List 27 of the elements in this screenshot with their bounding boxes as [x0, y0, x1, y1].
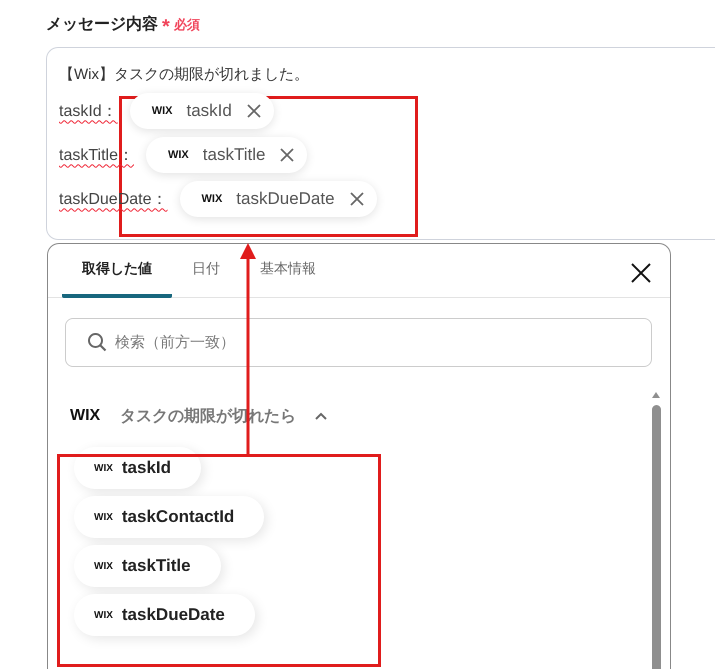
variable-token[interactable]: WIX taskTitle [146, 137, 308, 173]
field-label: メッセージ内容 [46, 14, 158, 35]
search-icon [87, 332, 107, 352]
scrollbar[interactable] [652, 405, 660, 669]
variable-item[interactable]: WIX taskId [74, 447, 202, 489]
variable-item[interactable]: WIX taskTitle [74, 545, 221, 587]
tab[interactable]: 基本情報 [250, 244, 336, 298]
remove-icon[interactable] [246, 103, 262, 119]
remove-icon[interactable] [279, 147, 296, 163]
chevron-icon[interactable] [314, 411, 328, 421]
search-field[interactable]: 検索（前方一致） [65, 318, 652, 367]
variable-token[interactable]: WIX taskId [130, 93, 274, 129]
tab[interactable]: 日付 [182, 244, 240, 298]
section-title[interactable]: タスクの期限が切れたら [120, 406, 296, 426]
remove-icon[interactable] [348, 191, 365, 207]
tab[interactable]: 取得した値 [62, 244, 172, 298]
message-text: 【Wix】タスクの期限が切れました。 [59, 65, 310, 85]
variable-label: taskId： [59, 102, 118, 122]
app-logo: WIX [70, 407, 100, 425]
variable-token[interactable]: WIX taskDueDate [180, 181, 377, 217]
scroll-up-icon[interactable] [651, 391, 661, 399]
required-mark: * [162, 17, 170, 37]
variable-item[interactable]: WIX taskContactId [74, 496, 264, 538]
variable-label: taskTitle： [59, 146, 134, 166]
variable-item[interactable]: WIX taskDueDate [74, 594, 255, 636]
required-label: 必須 [174, 16, 200, 34]
close-icon[interactable] [630, 262, 652, 284]
